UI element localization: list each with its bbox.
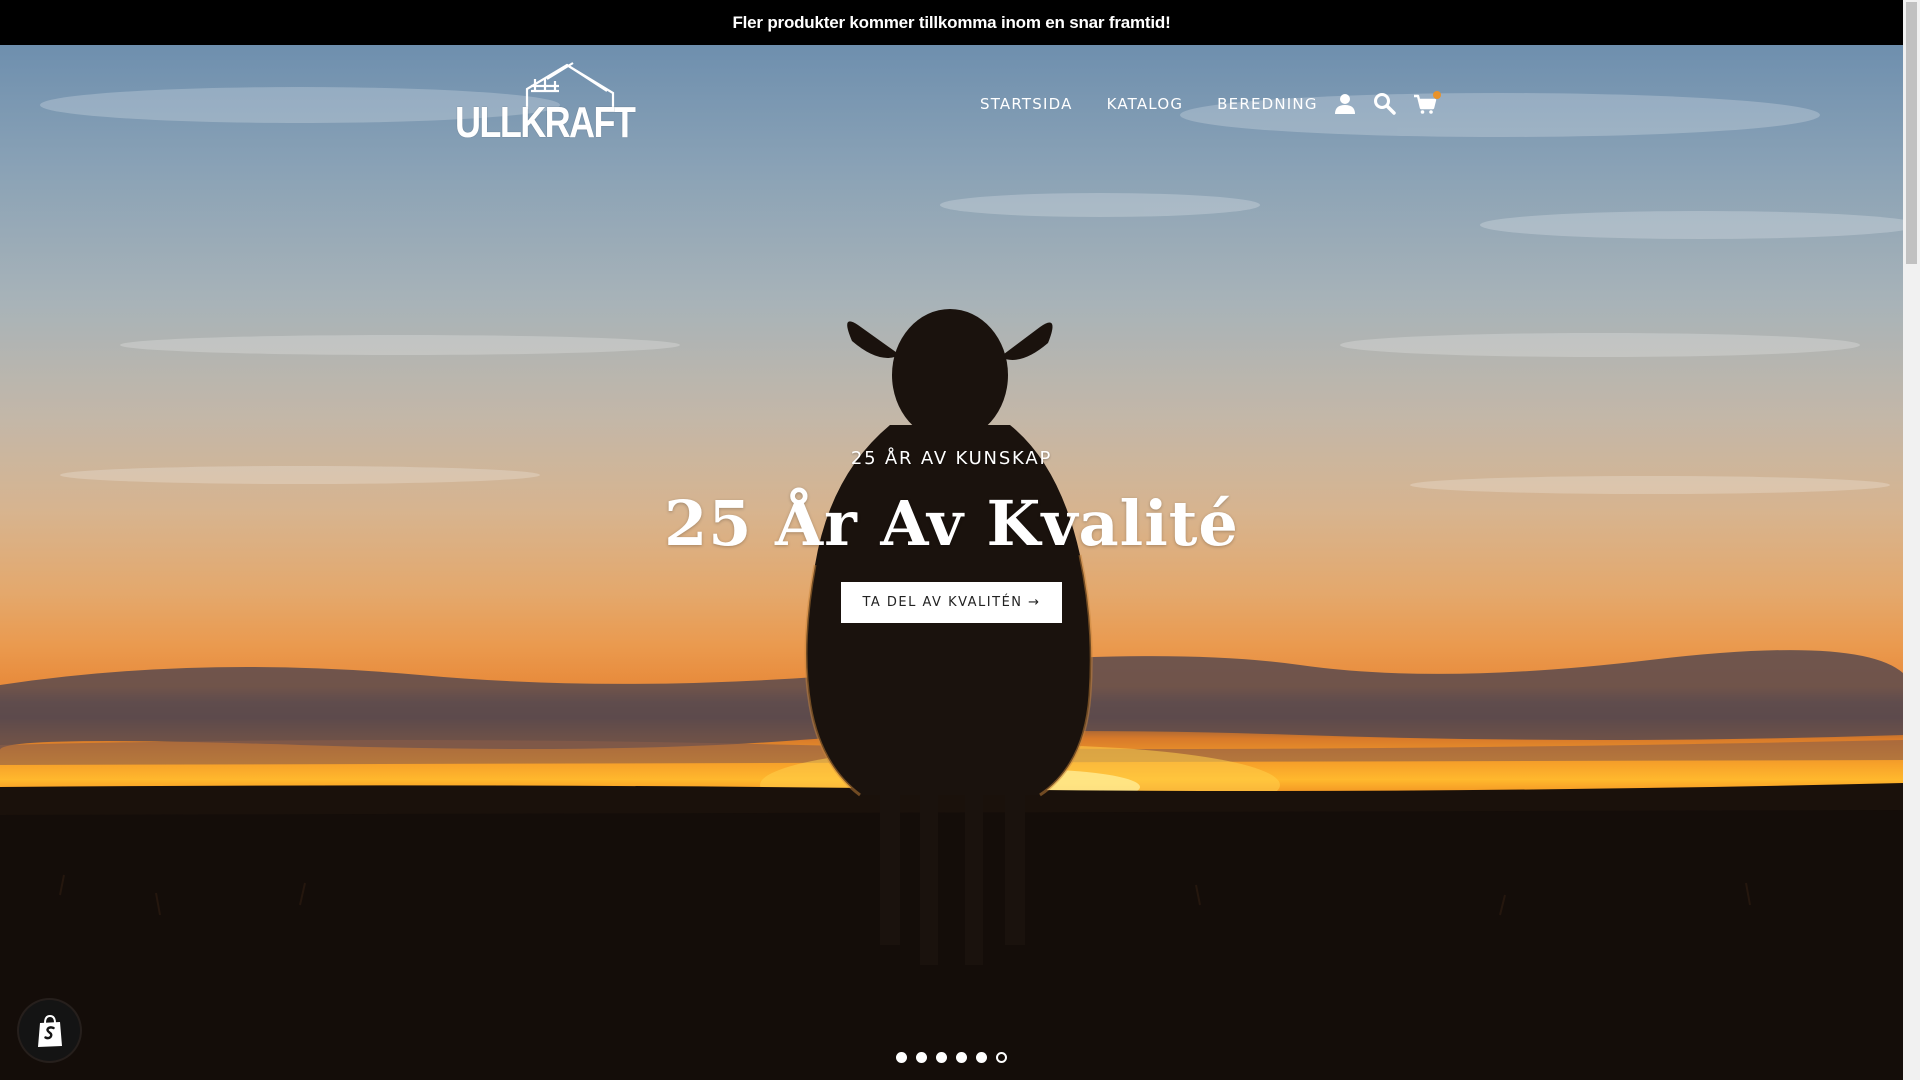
scrollbar-thumb[interactable]	[1906, 2, 1917, 264]
site-header: ULLKRAFT STARTSIDA KATALOG BEREDNING	[0, 45, 1903, 170]
nav-item-beredning[interactable]: BEREDNING	[1217, 95, 1318, 113]
cart-icon[interactable]	[1412, 91, 1441, 117]
site-logo[interactable]: ULLKRAFT	[455, 57, 640, 152]
cart-count-badge	[1433, 91, 1441, 99]
slideshow-dot[interactable]	[996, 1052, 1007, 1063]
header-icons	[1332, 91, 1452, 117]
slideshow-dot[interactable]	[896, 1052, 907, 1063]
search-icon[interactable]	[1372, 91, 1398, 117]
announcement-bar: Fler produkter kommer tillkomma inom en …	[0, 0, 1903, 45]
logo-wordmark: ULLKRAFT	[455, 98, 636, 147]
announcement-text: Fler produkter kommer tillkomma inom en …	[732, 12, 1171, 32]
slideshow-dot[interactable]	[976, 1052, 987, 1063]
hero-heading: 25 År Av Kvalité	[664, 487, 1239, 560]
nav-item-katalog[interactable]: KATALOG	[1107, 95, 1184, 113]
slideshow-pagination	[896, 1052, 1016, 1063]
slideshow-dot[interactable]	[916, 1052, 927, 1063]
page-viewport: Fler produkter kommer tillkomma inom en …	[0, 0, 1903, 1080]
shopify-bag-icon	[37, 1014, 62, 1047]
slideshow-dot[interactable]	[936, 1052, 947, 1063]
shopify-badge[interactable]	[19, 1000, 80, 1061]
hero-content: 25 ÅR AV KUNSKAP 25 År Av Kvalité TA DEL…	[0, 448, 1903, 623]
page-scrollbar[interactable]	[1903, 0, 1920, 1080]
main-nav: STARTSIDA KATALOG BEREDNING	[980, 95, 1352, 113]
slideshow-dot[interactable]	[956, 1052, 967, 1063]
hero-cta-button[interactable]: TA DEL AV KVALITÉN →	[841, 582, 1062, 623]
hero-subheading: 25 ÅR AV KUNSKAP	[850, 448, 1053, 469]
account-icon[interactable]	[1332, 91, 1358, 117]
nav-item-startsida[interactable]: STARTSIDA	[980, 95, 1073, 113]
